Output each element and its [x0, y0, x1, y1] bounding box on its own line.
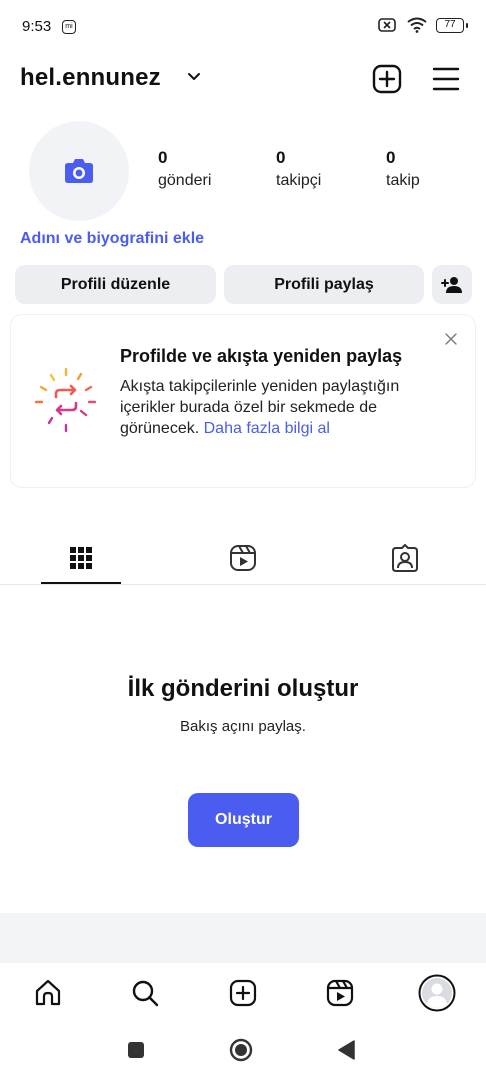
status-bar: 9:53 mi 77 — [0, 0, 486, 56]
profile-icon — [418, 974, 456, 1012]
promo-body: Akışta takipçilerinle yeniden paylaştığı… — [120, 376, 420, 439]
empty-state-subtitle: Bakış açını paylaş. — [180, 718, 306, 735]
following-count: 0 — [386, 148, 396, 167]
create-plus-icon[interactable] — [372, 64, 402, 94]
square-icon — [128, 1042, 144, 1058]
avatar[interactable] — [29, 121, 129, 221]
notification-icon: mi — [62, 20, 76, 34]
tab-reels[interactable] — [203, 538, 283, 578]
add-person-icon — [441, 276, 462, 293]
search-icon — [132, 980, 159, 1007]
sim-x-icon — [378, 18, 396, 32]
nav-search[interactable] — [125, 973, 165, 1013]
followers-count: 0 — [276, 148, 286, 167]
nav-profile[interactable] — [417, 973, 457, 1013]
chevron-down-icon[interactable] — [186, 68, 202, 84]
close-icon[interactable] — [445, 333, 457, 345]
grid-icon — [70, 547, 92, 569]
tab-tagged[interactable] — [365, 538, 445, 578]
back-button[interactable] — [334, 1038, 358, 1062]
profile-header: hel.ennunez — [0, 56, 486, 100]
profile-tabs — [0, 528, 486, 585]
home-button[interactable] — [229, 1038, 253, 1062]
bottom-nav — [0, 963, 486, 1023]
reels-icon — [230, 545, 256, 571]
share-profile-button[interactable]: Profili paylaş — [224, 265, 424, 304]
following-label: takip — [386, 172, 420, 189]
tagged-icon — [392, 544, 418, 572]
posts-count: 0 — [158, 148, 168, 167]
add-bio-link[interactable]: Adını ve biyografini ekle — [20, 230, 204, 248]
nav-home[interactable] — [28, 973, 68, 1013]
camera-icon — [65, 159, 93, 183]
create-icon — [229, 979, 257, 1007]
status-time: 9:53 — [22, 18, 52, 35]
battery-icon: 77 — [436, 17, 468, 33]
username[interactable]: hel.ennunez — [20, 64, 161, 92]
wifi-icon — [407, 17, 427, 33]
menu-icon[interactable] — [431, 64, 461, 94]
home-icon — [35, 979, 61, 1006]
stat-followers[interactable]: 0 takipçi — [276, 148, 321, 190]
reels-icon — [326, 979, 354, 1007]
tab-posts[interactable] — [41, 538, 121, 578]
posts-label: gönderi — [158, 172, 212, 189]
empty-state-title: İlk gönderini oluştur — [127, 675, 359, 702]
system-nav — [0, 1025, 486, 1080]
discover-people-button[interactable] — [432, 265, 472, 304]
status-icons: 77 — [378, 17, 468, 33]
stat-posts[interactable]: 0 gönderi — [158, 148, 211, 190]
nav-reels[interactable] — [320, 973, 360, 1013]
create-post-button[interactable]: Oluştur — [188, 793, 299, 847]
learn-more-link[interactable]: Daha fazla bilgi al — [204, 420, 330, 437]
recents-button[interactable] — [124, 1038, 148, 1062]
nav-create[interactable] — [223, 973, 263, 1013]
active-tab-indicator — [41, 582, 121, 584]
back-triangle-icon — [338, 1040, 355, 1060]
promo-title: Profilde ve akışta yeniden paylaş — [120, 346, 403, 366]
repost-icon — [34, 367, 97, 433]
followers-label: takipçi — [276, 172, 322, 189]
circle-icon — [229, 1038, 253, 1062]
content-bottom-band — [0, 913, 486, 963]
stat-following[interactable]: 0 takip — [386, 148, 420, 190]
repost-promo-card: Profilde ve akışta yeniden paylaş Akışta… — [10, 314, 476, 488]
edit-profile-button[interactable]: Profili düzenle — [15, 265, 216, 304]
